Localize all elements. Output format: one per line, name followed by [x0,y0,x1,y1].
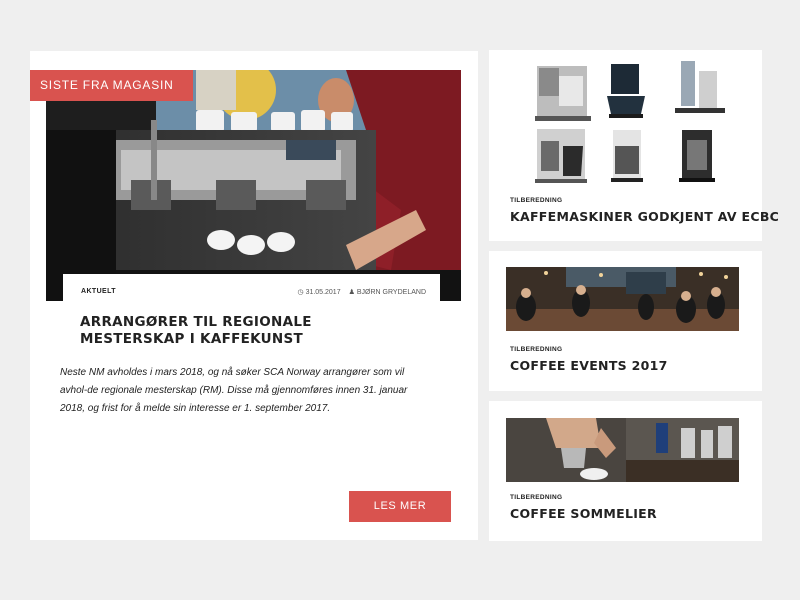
section-badge: SISTE FRA MAGASIN [30,70,193,101]
article-meta-bar: AKTUELT ◷ 31.05.2017 ♟ BJØRN GRYDELAND [63,274,440,314]
side-article-card-2[interactable]: TILBEREDNING COFFEE EVENTS 2017 [489,251,762,391]
side-article-title-1[interactable]: KAFFEMASKINER GODKJENT AV ECBC [510,209,779,224]
article-title[interactable]: ARRANGØRER TIL REGIONALE MESTERSKAP I KA… [80,314,410,348]
side-article-category-1[interactable]: TILBEREDNING [510,197,562,204]
article-date-text: 31.05.2017 [305,289,341,296]
side-article-card-3[interactable]: TILBEREDNING COFFEE SOMMELIER [489,401,762,541]
coffee-events-image[interactable] [506,267,739,331]
article-date: ◷ 31.05.2017 [297,288,340,296]
user-icon: ♟ [348,289,355,296]
article-category[interactable]: AKTUELT [81,288,116,295]
article-excerpt: Neste NM avholdes i mars 2018, og nå søk… [60,367,408,414]
featured-article-card[interactable]: SISTE FRA MAGASIN AKTUELT ◷ 31.05.2017 ♟… [30,51,478,540]
side-article-title-2[interactable]: COFFEE EVENTS 2017 [510,358,668,373]
article-author-text: BJØRN GRYDELAND [356,289,426,296]
read-more-button[interactable]: LES MER [349,491,451,522]
clock-icon: ◷ [297,289,304,296]
side-article-title-3[interactable]: COFFEE SOMMELIER [510,506,657,521]
hero-image-espresso-bar[interactable] [46,70,461,301]
side-article-category-2[interactable]: TILBEREDNING [510,346,562,353]
coffee-machines-image[interactable] [529,56,729,190]
coffee-sommelier-image[interactable] [506,418,739,482]
side-article-card-1[interactable]: TILBEREDNING KAFFEMASKINER GODKJENT AV E… [489,50,779,241]
side-article-category-3[interactable]: TILBEREDNING [510,494,562,501]
article-author[interactable]: ♟ BJØRN GRYDELAND [349,288,426,296]
